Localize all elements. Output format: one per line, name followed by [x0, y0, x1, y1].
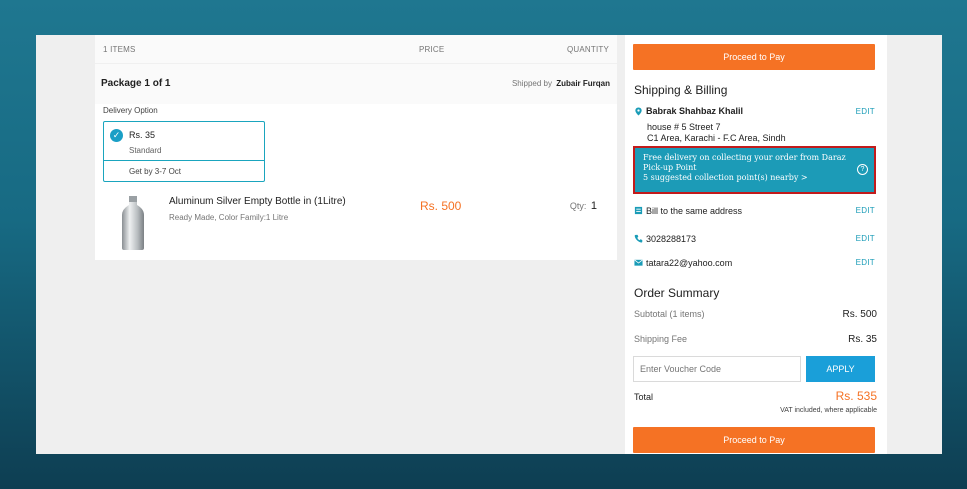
email-icon	[634, 259, 643, 266]
delivery-eta: Get by 3-7 Oct	[129, 167, 182, 176]
customer-name: Babrak Shahbaz Khalil	[646, 106, 744, 116]
page-frame: 1 ITEMS PRICE QUANTITY Package 1 of 1 Sh…	[36, 35, 942, 454]
product-variant: Ready Made, Color Family:1 Litre	[169, 213, 289, 222]
order-summary-title: Order Summary	[634, 286, 720, 300]
delivery-type: Standard	[129, 146, 162, 155]
question-icon[interactable]: ?	[857, 164, 868, 175]
phone-icon	[634, 234, 643, 243]
quantity-column-header: QUANTITY	[566, 45, 609, 54]
shipping-fee-label: Shipping Fee	[634, 334, 688, 344]
email-address: tatara22@yahoo.com	[646, 258, 733, 268]
voucher-code-input[interactable]	[633, 356, 801, 382]
checkout-panel: Proceed to Pay Shipping & Billing Babrak…	[625, 35, 887, 454]
product-name[interactable]: Aluminum Silver Empty Bottle in (1Litre)	[169, 196, 346, 207]
delivery-price: Rs. 35	[129, 130, 156, 140]
pickup-line-2: Pick-up Point	[643, 163, 697, 172]
edit-address-link[interactable]: EDIT	[856, 107, 875, 116]
product-quantity: Qty: 1	[570, 200, 597, 212]
delivery-option-label: Delivery Option	[103, 106, 158, 115]
qty-value: 1	[590, 200, 597, 212]
subtotal-label: Subtotal (1 items)	[634, 309, 705, 319]
pickup-line-3[interactable]: 5 suggested collection point(s) nearby >	[643, 173, 874, 183]
check-icon: ✓	[110, 129, 123, 142]
bill-icon	[634, 206, 643, 215]
location-pin-icon	[635, 107, 642, 116]
pickup-point-banner[interactable]: Free delivery on collecting your order f…	[633, 146, 876, 194]
shipped-by: Shipped by Zubair Furqan	[512, 79, 610, 88]
cart-header: 1 ITEMS PRICE QUANTITY	[95, 35, 617, 64]
product-price: Rs. 500	[420, 199, 462, 213]
edit-email-link[interactable]: EDIT	[856, 258, 875, 267]
subtotal-value: Rs. 500	[842, 309, 877, 320]
edit-billing-link[interactable]: EDIT	[856, 206, 875, 215]
delivery-option-standard[interactable]: ✓ Rs. 35 Standard Get by 3-7 Oct	[103, 121, 265, 182]
delivery-divider	[104, 160, 264, 161]
price-column-header: PRICE	[419, 45, 445, 54]
total-label: Total	[634, 392, 654, 402]
product-image[interactable]	[120, 195, 146, 251]
address-line-1: house # 5 Street 7	[647, 122, 721, 132]
qty-label: Qty:	[569, 201, 587, 211]
proceed-to-pay-button-bottom[interactable]: Proceed to Pay	[633, 427, 875, 453]
edit-phone-link[interactable]: EDIT	[856, 234, 875, 243]
shipped-by-label: Shipped by	[511, 79, 552, 88]
apply-voucher-button[interactable]: APPLY	[806, 356, 875, 382]
package-title: Package 1 of 1	[101, 78, 171, 89]
vat-note: VAT included, where applicable	[780, 407, 877, 414]
shipping-fee-value: Rs. 35	[848, 334, 877, 345]
seller-name[interactable]: Zubair Furqan	[556, 79, 610, 88]
phone-number: 3028288173	[646, 234, 697, 244]
total-value: Rs. 535	[835, 389, 877, 403]
pickup-line-1: Free delivery on collecting your order f…	[643, 153, 846, 162]
shipping-billing-title: Shipping & Billing	[634, 83, 728, 97]
items-count: 1 ITEMS	[103, 45, 136, 54]
bill-same-address: Bill to the same address	[646, 206, 743, 216]
cart-panel: 1 ITEMS PRICE QUANTITY Package 1 of 1 Sh…	[95, 35, 617, 260]
proceed-to-pay-button-top[interactable]: Proceed to Pay	[633, 44, 875, 70]
address-line-2: C1 Area, Karachi - F.C Area, Sindh	[647, 133, 786, 143]
